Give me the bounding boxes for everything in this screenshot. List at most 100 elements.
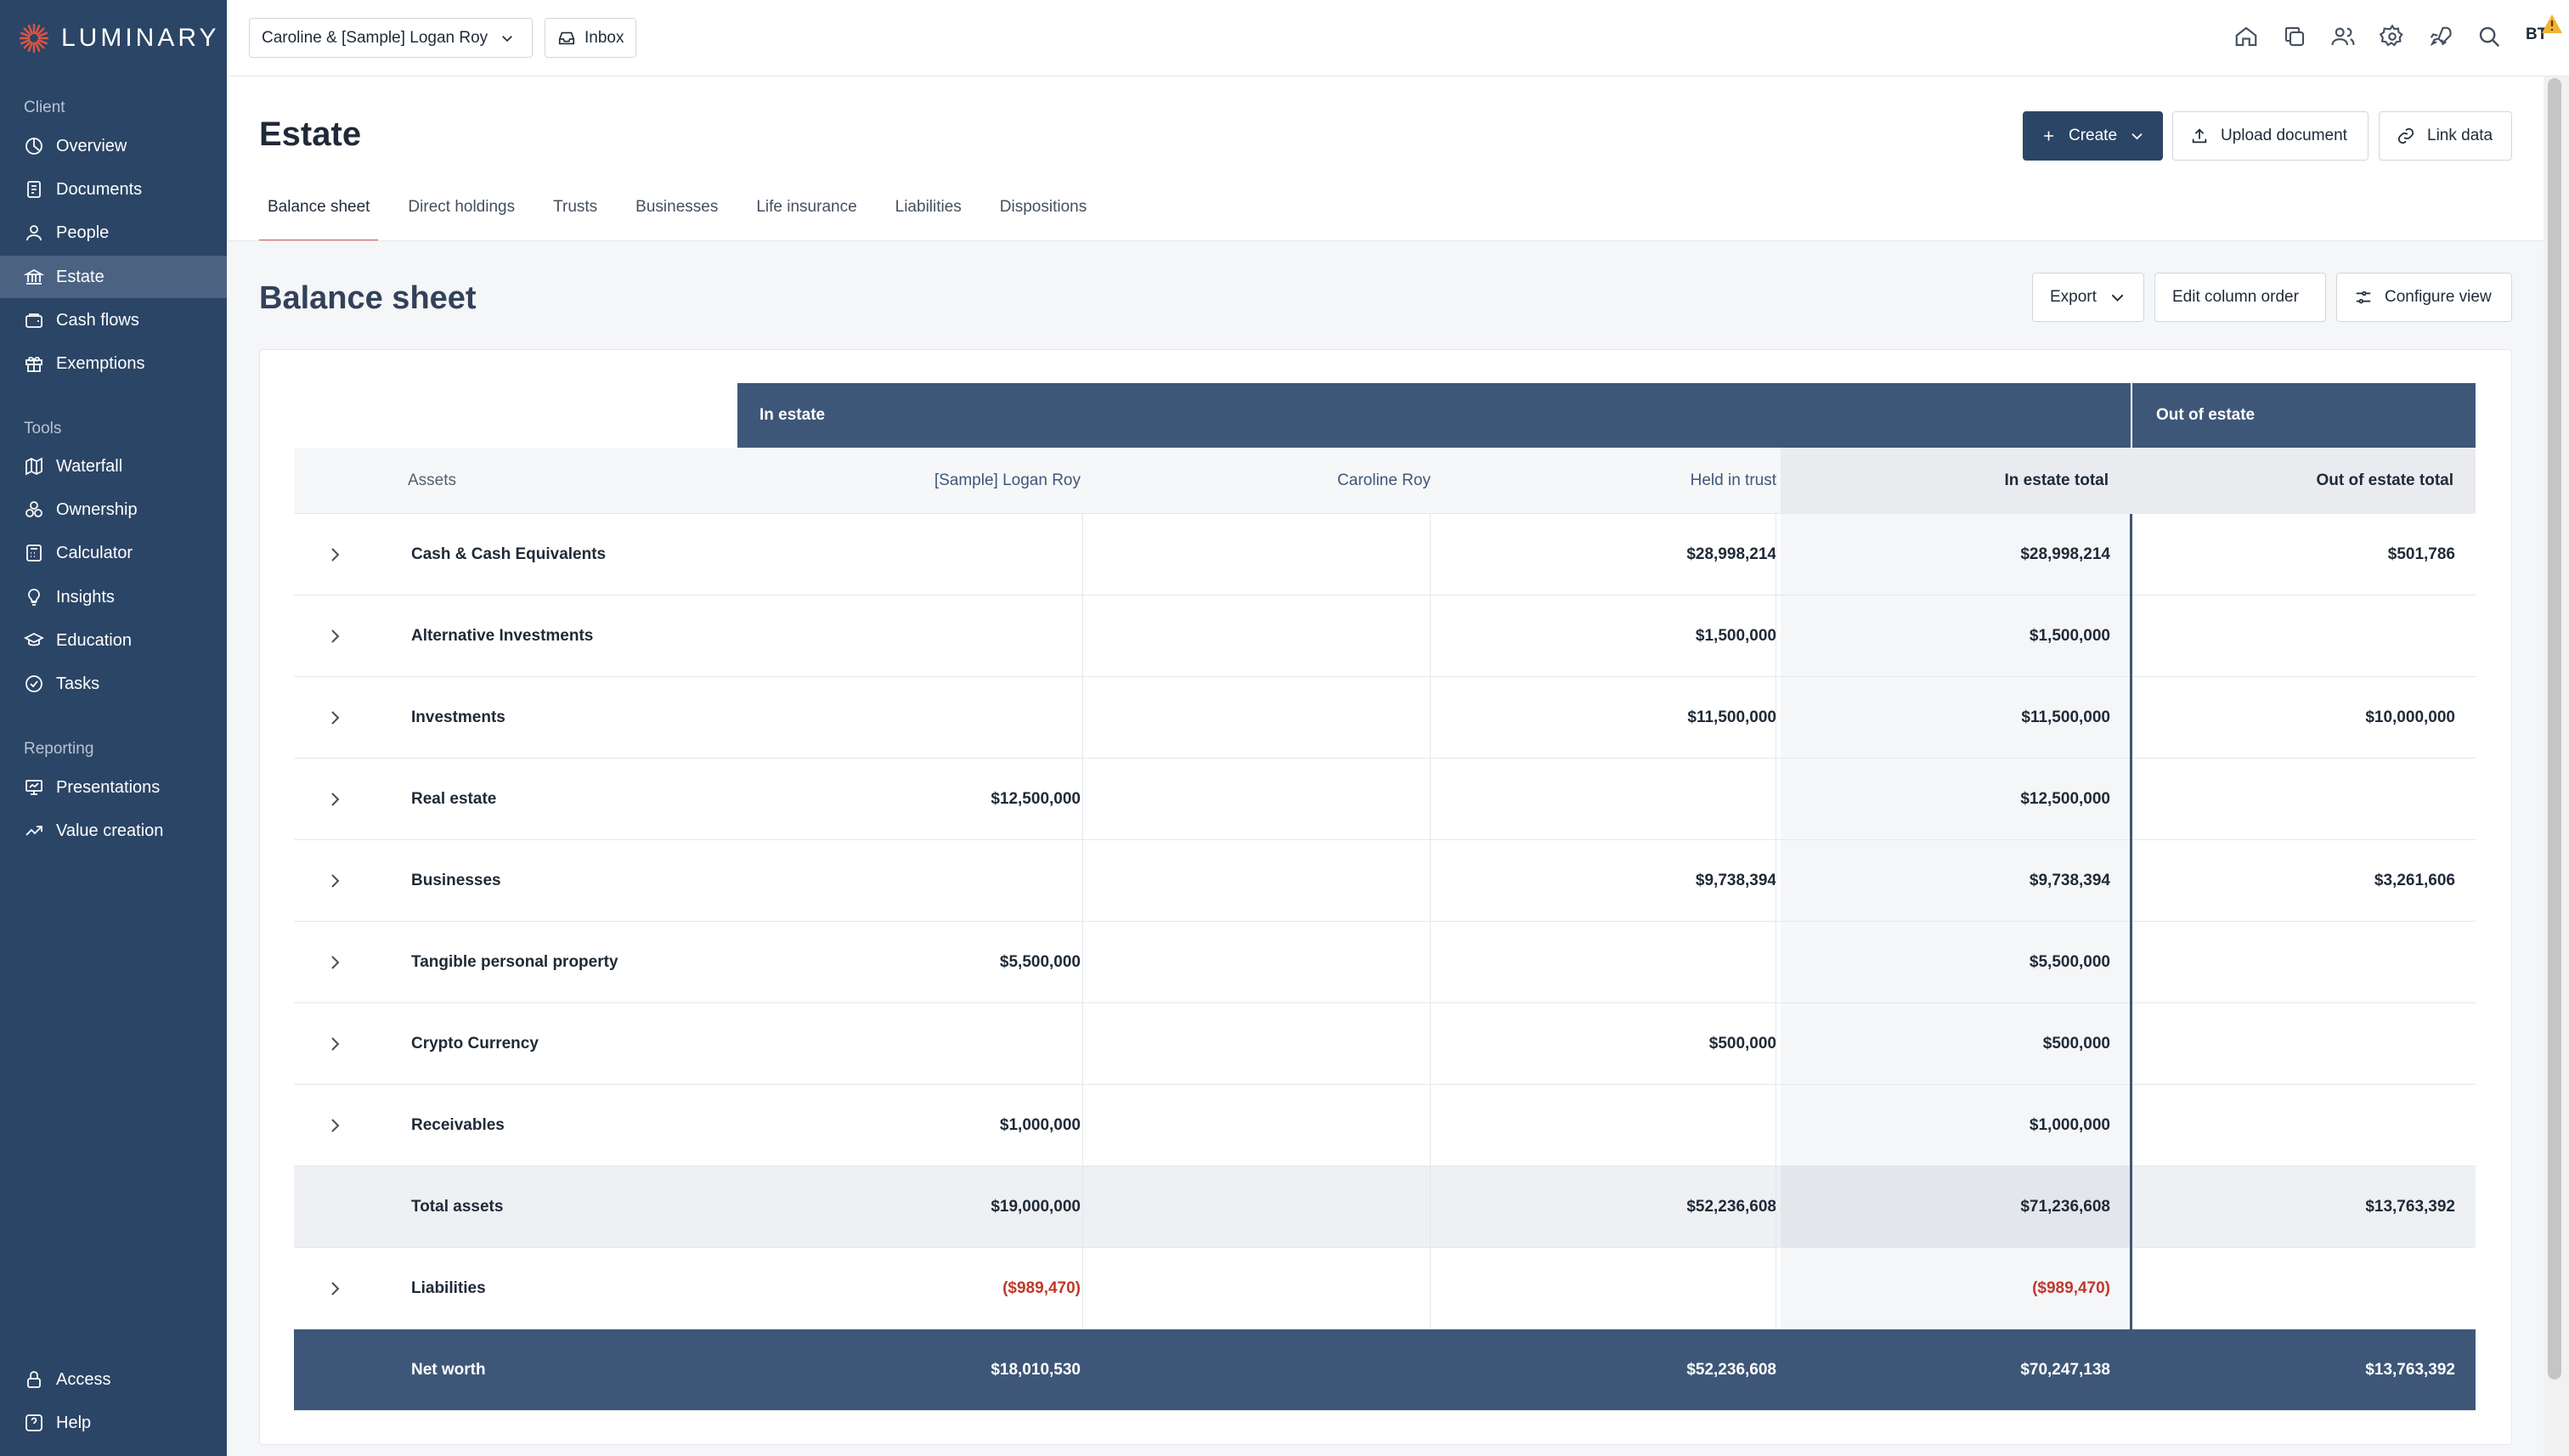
create-button[interactable]: Create: [2023, 111, 2163, 161]
column-header-out-of-estate-total[interactable]: Out of estate total: [2131, 448, 2476, 514]
sidebar-item-label: Tasks: [56, 674, 100, 693]
column-header-logan[interactable]: [Sample] Logan Roy: [737, 448, 1081, 514]
edit-column-order-button[interactable]: Edit column order: [2154, 273, 2326, 322]
column-divider: [1082, 514, 1083, 595]
search-icon[interactable]: [2476, 24, 2502, 49]
column-divider: [1430, 1248, 1431, 1329]
warning-icon[interactable]: [2541, 14, 2563, 34]
sidebar-item-exemptions[interactable]: Exemptions: [0, 342, 227, 385]
cell-logan: $18,010,530: [991, 1361, 1081, 1379]
sidebar-item-presentations[interactable]: Presentations: [0, 766, 227, 809]
column-header-caroline[interactable]: Caroline Roy: [1087, 448, 1431, 514]
sidebar-item-label: Education: [56, 630, 132, 650]
sidebar-item-waterfall[interactable]: Waterfall: [0, 445, 227, 488]
column-divider: [1430, 1003, 1431, 1085]
tab-life-insurance[interactable]: Life insurance: [748, 191, 865, 242]
cell-caroline: [1087, 1329, 1431, 1411]
sidebar: LUMINARY Client Overview Documents Peopl…: [0, 0, 227, 1456]
inbox-icon: [558, 31, 575, 44]
gift-icon: [25, 356, 42, 372]
sidebar-item-calculator[interactable]: Calculator: [0, 532, 227, 574]
cell-caroline: [1087, 922, 1431, 1003]
tab-liabilities[interactable]: Liabilities: [887, 191, 970, 242]
column-divider: [1082, 595, 1083, 677]
cell-out-of-estate-total: $13,763,392: [2365, 1361, 2455, 1379]
rocket-icon[interactable]: [2428, 24, 2453, 49]
configure-view-button[interactable]: Configure view: [2336, 273, 2512, 322]
chevron-right-icon[interactable]: [325, 952, 345, 973]
sidebar-item-access[interactable]: Access: [0, 1358, 227, 1401]
sidebar-item-tasks[interactable]: Tasks: [0, 663, 227, 705]
chevron-right-icon[interactable]: [325, 545, 345, 565]
chevron-right-icon[interactable]: [325, 626, 345, 646]
chevron-right-icon[interactable]: [325, 1034, 345, 1054]
sidebar-item-education[interactable]: Education: [0, 619, 227, 662]
section-title: Balance sheet: [259, 280, 477, 316]
gear-icon[interactable]: [2380, 24, 2405, 49]
presentation-icon: [25, 780, 42, 795]
sidebar-item-cash-flows[interactable]: Cash flows: [0, 299, 227, 341]
upload-document-button[interactable]: Upload document: [2172, 111, 2369, 161]
table-row[interactable]: Receivables $1,000,000 $1,000,000: [294, 1085, 2476, 1166]
chevron-right-icon[interactable]: [325, 1115, 345, 1136]
table-row[interactable]: Crypto Currency $500,000 $500,000: [294, 1003, 2476, 1085]
home-icon[interactable]: [2233, 24, 2259, 49]
cell-in-estate-total: $500,000: [2042, 1035, 2110, 1052]
sidebar-item-label: Overview: [56, 136, 127, 155]
cell-out-of-estate-total: $501,786: [2387, 545, 2455, 563]
cell-caroline: [1087, 677, 1431, 759]
table-row[interactable]: Cash & Cash Equivalents $28,998,214 $28,99…: [294, 514, 2476, 595]
table-row[interactable]: Liabilities ($989,470) ($989,470): [294, 1248, 2476, 1329]
sidebar-section-tools: Tools: [24, 420, 62, 437]
column-header-assets[interactable]: Assets: [408, 448, 663, 514]
sidebar-item-insights[interactable]: Insights: [0, 576, 227, 618]
tab-trusts[interactable]: Trusts: [545, 191, 606, 242]
sidebar-item-documents[interactable]: Documents: [0, 168, 227, 211]
sidebar-item-estate[interactable]: Estate: [0, 256, 227, 298]
row-label: Investments: [411, 708, 505, 726]
sidebar-item-ownership[interactable]: Ownership: [0, 488, 227, 531]
sidebar-section-reporting: Reporting: [24, 740, 94, 758]
tab-dispositions[interactable]: Dispositions: [991, 191, 1095, 242]
users-icon[interactable]: [2330, 24, 2356, 49]
table-row[interactable]: Tangible personal property $5,500,000 $5,5…: [294, 922, 2476, 1003]
column-divider: [1082, 1085, 1083, 1166]
tab-direct-holdings[interactable]: Direct holdings: [399, 191, 523, 242]
column-divider: [1430, 759, 1431, 840]
cell-logan: [737, 677, 1081, 759]
scrollbar-thumb[interactable]: [2548, 78, 2561, 1380]
export-button[interactable]: Export: [2032, 273, 2144, 322]
sidebar-item-label: Calculator: [56, 543, 133, 562]
table-row[interactable]: Investments $11,500,000 $11,500,000 $10,000…: [294, 677, 2476, 759]
chevron-right-icon[interactable]: [325, 871, 345, 891]
table-row[interactable]: Real estate $12,500,000 $12,500,000: [294, 759, 2476, 840]
column-header-held-in-trust[interactable]: Held in trust: [1435, 448, 1776, 514]
chevron-right-icon[interactable]: [325, 1278, 345, 1299]
chevron-right-icon[interactable]: [325, 708, 345, 728]
sidebar-item-overview[interactable]: Overview: [0, 125, 227, 167]
cell-out-of-estate-total: [2131, 1003, 2455, 1085]
create-label: Create: [2068, 127, 2118, 144]
chevron-right-icon[interactable]: [325, 789, 345, 810]
cell-held-in-trust: [1435, 922, 1776, 1003]
sidebar-item-help[interactable]: Help: [0, 1402, 227, 1444]
lightbulb-icon: [28, 589, 40, 606]
ownership-icon: [25, 501, 42, 517]
cell-held-in-trust: $1,500,000: [1695, 627, 1776, 645]
inbox-button[interactable]: Inbox: [545, 18, 637, 58]
copy-icon[interactable]: [2282, 24, 2307, 49]
estate-divider: [2130, 514, 2132, 1329]
column-header-in-estate-total[interactable]: In estate total: [1781, 448, 2131, 514]
tab-balance-sheet[interactable]: Balance sheet: [259, 191, 379, 242]
brand-logo[interactable]: LUMINARY: [19, 22, 219, 54]
sidebar-item-people[interactable]: People: [0, 212, 227, 254]
table-row[interactable]: Alternative Investments $1,500,000 $1,500,…: [294, 595, 2476, 677]
cell-caroline: [1087, 595, 1431, 677]
tab-businesses[interactable]: Businesses: [627, 191, 726, 242]
table-row[interactable]: Businesses $9,738,394 $9,738,394 $3,261,606: [294, 840, 2476, 922]
export-label: Export: [2050, 288, 2097, 306]
sidebar-item-value-creation[interactable]: Value creation: [0, 810, 227, 852]
help-icon: [25, 1414, 42, 1431]
client-select[interactable]: Caroline & [Sample] Logan Roy: [249, 18, 534, 58]
link-data-button[interactable]: Link data: [2379, 111, 2512, 161]
